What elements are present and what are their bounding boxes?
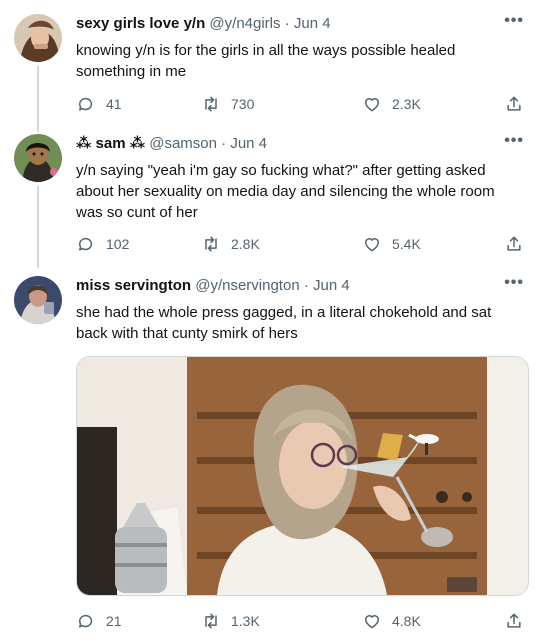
retweet-button[interactable]: 730 xyxy=(201,94,254,114)
tweet-actions: 21 1.3K 4.8K xyxy=(76,611,526,633)
retweet-icon xyxy=(205,613,217,629)
display-name[interactable]: miss servington xyxy=(76,277,191,294)
tweet-header: ⁂ sam ⁂ @samson · Jun 4 xyxy=(76,134,267,154)
like-count: 5.4K xyxy=(392,236,421,252)
separator-dot: · xyxy=(221,135,227,152)
tweet-actions: 102 2.8K 5.4K xyxy=(76,234,526,256)
reply-count: 21 xyxy=(106,613,122,629)
share-button[interactable] xyxy=(504,94,524,114)
retweet-button[interactable]: 1.3K xyxy=(201,611,260,631)
tweet-header: sexy girls love y/n @y/n4girls · Jun 4 xyxy=(76,14,331,34)
share-button[interactable] xyxy=(504,611,524,631)
tweet-date[interactable]: Jun 4 xyxy=(313,277,350,294)
heart-icon xyxy=(365,238,379,252)
more-options-icon[interactable]: ••• xyxy=(504,12,524,30)
user-handle[interactable]: @y/n4girls xyxy=(209,15,280,32)
like-button[interactable]: 4.8K xyxy=(362,611,421,631)
heart-icon xyxy=(365,98,379,112)
reply-button[interactable]: 41 xyxy=(76,94,122,114)
tweet-text: knowing y/n is for the girls in all the … xyxy=(76,42,456,80)
heart-icon xyxy=(365,615,379,629)
tweet-text: y/n saying "yeah i'm gay so fucking what… xyxy=(76,162,495,221)
like-button[interactable]: 5.4K xyxy=(362,234,421,254)
more-options-icon[interactable]: ••• xyxy=(504,274,524,292)
separator-dot: · xyxy=(284,15,290,32)
retweet-icon xyxy=(205,96,217,112)
reply-icon xyxy=(79,237,93,251)
retweet-button[interactable]: 2.8K xyxy=(201,234,260,254)
like-count: 4.8K xyxy=(392,613,421,629)
tweet-media-image[interactable] xyxy=(76,356,529,596)
display-name[interactable]: ⁂ sam ⁂ xyxy=(76,135,145,152)
avatar[interactable] xyxy=(14,14,62,62)
more-options-icon[interactable]: ••• xyxy=(504,132,524,150)
reply-count: 41 xyxy=(106,96,122,112)
display-name[interactable]: sexy girls love y/n xyxy=(76,15,205,32)
avatar[interactable] xyxy=(14,276,62,324)
separator-dot: · xyxy=(303,277,309,294)
reply-icon xyxy=(79,97,93,111)
tweet[interactable]: miss servington @y/nservington · Jun 4 •… xyxy=(0,274,540,636)
reply-button[interactable]: 102 xyxy=(76,234,129,254)
retweet-count: 1.3K xyxy=(231,613,260,629)
tweet-actions: 41 730 2.3K xyxy=(76,94,526,116)
retweet-icon xyxy=(205,236,217,252)
reply-icon xyxy=(79,614,93,628)
reply-button[interactable]: 21 xyxy=(76,611,122,631)
share-icon xyxy=(507,613,521,628)
user-handle[interactable]: @samson xyxy=(149,135,217,152)
retweet-count: 730 xyxy=(231,96,255,112)
share-icon xyxy=(507,236,521,251)
share-icon xyxy=(507,96,521,111)
tweet[interactable]: sexy girls love y/n @y/n4girls · Jun 4 •… xyxy=(0,12,540,124)
avatar[interactable] xyxy=(14,134,62,182)
tweet[interactable]: ⁂ sam ⁂ @samson · Jun 4 ••• y/n saying "… xyxy=(0,132,540,264)
reply-count: 102 xyxy=(106,236,130,252)
like-button[interactable]: 2.3K xyxy=(362,94,421,114)
retweet-count: 2.8K xyxy=(231,236,260,252)
tweet-date[interactable]: Jun 4 xyxy=(294,15,331,32)
share-button[interactable] xyxy=(504,234,524,254)
user-handle[interactable]: @y/nservington xyxy=(195,277,299,294)
tweet-text: she had the whole press gagged, in a lit… xyxy=(76,304,492,342)
tweet-date[interactable]: Jun 4 xyxy=(230,135,267,152)
like-count: 2.3K xyxy=(392,96,421,112)
tweet-header: miss servington @y/nservington · Jun 4 xyxy=(76,276,350,296)
